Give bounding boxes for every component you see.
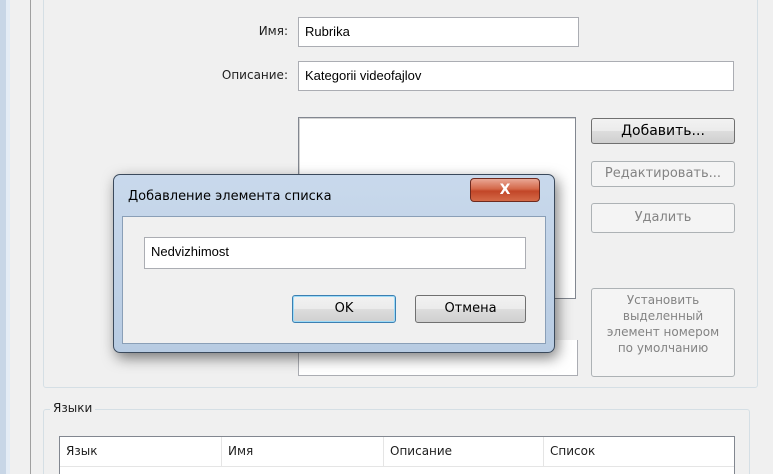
column-header-name[interactable]: Имя [222,437,384,467]
window-frame-line [30,0,31,474]
description-field[interactable]: Kategorii videofajlov [298,61,734,91]
ok-button[interactable]: OK [292,295,396,323]
cancel-button[interactable]: Отмена [415,295,526,323]
item-name-input[interactable]: Nedvizhimost [144,237,526,269]
name-label: Имя: [258,24,288,38]
languages-group-title: Языки [50,401,96,415]
edit-button[interactable]: Редактировать... [591,161,735,187]
set-default-button[interactable]: Установить выделенный элемент номером по… [591,288,735,377]
languages-grid-header: Язык Имя Описание Список [60,437,734,467]
column-header-list[interactable]: Список [544,437,734,467]
add-list-item-dialog: Добавление элемента списка X Nedvizhimos… [113,174,555,353]
set-default-line-3: элемент номером [606,325,720,339]
close-icon[interactable]: X [470,178,540,202]
delete-button[interactable]: Удалить [591,203,735,233]
column-header-language[interactable]: Язык [60,437,222,467]
set-default-line-2: выделенный [622,309,704,323]
name-field[interactable]: Rubrika [298,17,579,47]
set-default-line-1: Установить [626,293,700,307]
window-left-edge-highlight [6,0,10,474]
dialog-title: Добавление элемента списка [128,189,332,204]
add-button[interactable]: Добавить... [591,118,735,144]
column-header-description[interactable]: Описание [384,437,544,467]
set-default-line-4: по умолчанию [617,341,709,355]
dialog-body: Nedvizhimost OK Отмена [122,216,546,344]
description-label: Описание: [221,68,288,82]
languages-grid[interactable]: Язык Имя Описание Список [59,436,735,474]
